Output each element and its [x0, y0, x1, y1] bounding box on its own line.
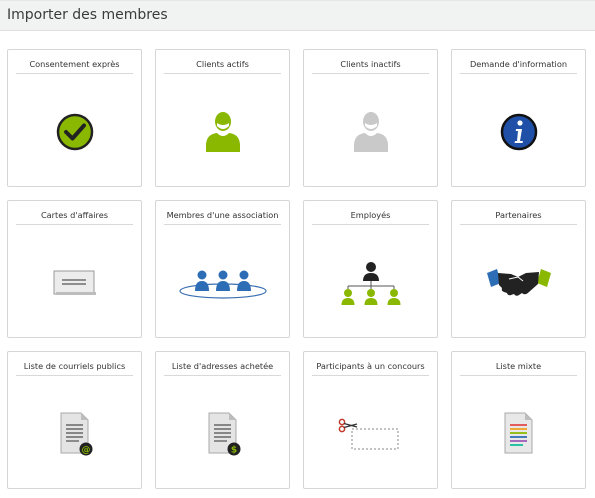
inactive-client-icon	[304, 102, 437, 162]
card-liste-mixte[interactable]: Liste mixte	[451, 351, 586, 489]
card-label: Clients actifs	[164, 59, 281, 74]
card-partenaires[interactable]: Partenaires	[451, 200, 586, 338]
card-clients-actifs[interactable]: Clients actifs	[155, 49, 290, 187]
scissors-coupon-icon	[304, 404, 437, 464]
card-label: Cartes d'affaires	[16, 210, 133, 225]
handshake-icon	[452, 253, 585, 313]
card-label: Liste de courriels publics	[16, 361, 133, 376]
card-consentement-expres[interactable]: Consentement exprès	[7, 49, 142, 187]
card-label: Demande d'information	[460, 59, 577, 74]
page-title: Importer des membres	[7, 7, 168, 23]
info-icon	[452, 102, 585, 162]
document-email-icon: @	[8, 404, 141, 464]
association-members-icon	[156, 253, 289, 313]
card-membres-association[interactable]: Membres d'une association	[155, 200, 290, 338]
active-client-icon	[156, 102, 289, 162]
business-card-icon	[8, 253, 141, 313]
document-dollar-icon: $	[156, 404, 289, 464]
card-label: Partenaires	[460, 210, 577, 225]
card-clients-inactifs[interactable]: Clients inactifs	[303, 49, 438, 187]
card-label: Liste mixte	[460, 361, 577, 376]
card-label: Membres d'une association	[164, 210, 281, 225]
colored-document-icon	[452, 404, 585, 464]
card-demande-information[interactable]: Demande d'information	[451, 49, 586, 187]
card-label: Employés	[312, 210, 429, 225]
employees-org-icon	[304, 253, 437, 313]
checkmark-icon	[8, 102, 141, 162]
card-liste-courriels-publics[interactable]: Liste de courriels publics @	[7, 351, 142, 489]
card-label: Participants à un concours	[312, 361, 429, 376]
card-label: Consentement exprès	[16, 59, 133, 74]
svg-text:$: $	[230, 446, 236, 456]
card-label: Clients inactifs	[312, 59, 429, 74]
page-header: Importer des membres	[0, 0, 595, 31]
card-cartes-affaires[interactable]: Cartes d'affaires	[7, 200, 142, 338]
svg-text:@: @	[81, 446, 90, 456]
card-liste-adresses-achetee[interactable]: Liste d'adresses achetée $	[155, 351, 290, 489]
card-employes[interactable]: Employés	[303, 200, 438, 338]
card-label: Liste d'adresses achetée	[164, 361, 281, 376]
card-participants-concours[interactable]: Participants à un concours	[303, 351, 438, 489]
